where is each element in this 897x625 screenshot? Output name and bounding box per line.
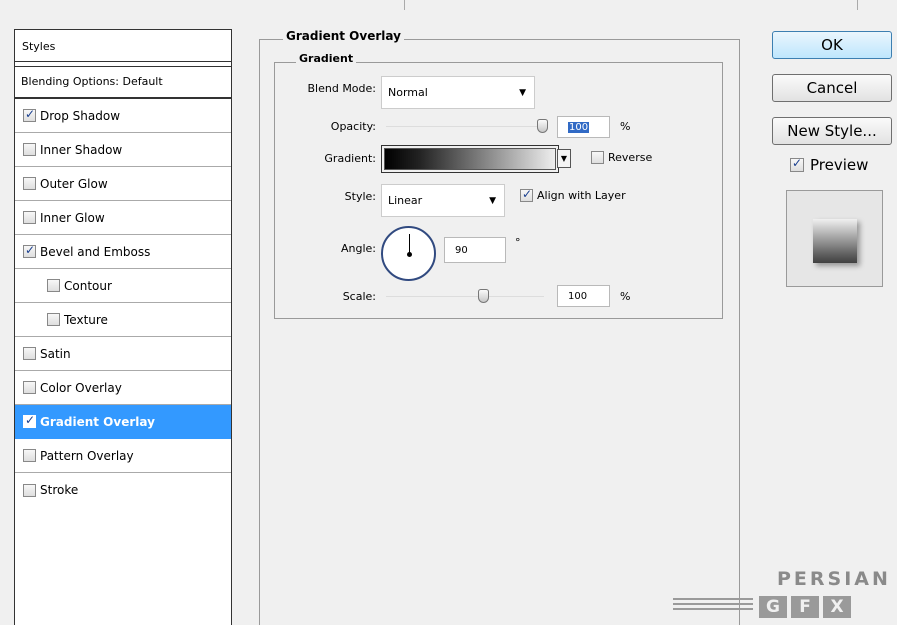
style-item-pattern-overlay[interactable]: Pattern Overlay [15, 439, 231, 473]
watermark-letter: F [791, 596, 819, 618]
style-item-gradient-overlay[interactable]: Gradient Overlay [15, 405, 231, 439]
opacity-label: Opacity: [330, 120, 376, 133]
style-item-label: Bevel and Emboss [40, 244, 151, 259]
style-item-label: Contour [64, 278, 112, 293]
style-item-satin[interactable]: Satin [15, 337, 231, 371]
style-item-label: Inner Glow [40, 210, 105, 225]
style-item-label: Gradient Overlay [40, 414, 155, 429]
angle-unit: ° [515, 236, 521, 249]
align-with-layer-checkbox[interactable] [520, 187, 533, 202]
angle-input[interactable]: 90 [444, 237, 506, 263]
style-label: Style: [344, 190, 376, 203]
styles-list-panel: Styles Blending Options: Default Drop Sh… [14, 29, 232, 625]
style-item-label: Outer Glow [40, 176, 108, 191]
align-with-layer-label: Align with Layer [537, 189, 626, 202]
scale-input[interactable]: 100 [557, 285, 610, 307]
align-with-layer-row[interactable]: Align with Layer [520, 187, 626, 202]
watermark-text: PERSIAN [777, 568, 891, 590]
reverse-checkbox[interactable] [591, 151, 604, 164]
scale-slider-track[interactable] [386, 296, 544, 297]
angle-hub [407, 252, 412, 257]
style-item-label: Satin [40, 346, 71, 361]
angle-label: Angle: [340, 242, 376, 255]
style-item-label: Texture [64, 312, 108, 327]
inner-glow-checkbox[interactable] [23, 211, 36, 224]
cancel-button[interactable]: Cancel [772, 74, 892, 102]
style-select[interactable]: Linear ▼ [381, 184, 505, 217]
gradient-section-title: Gradient [296, 52, 357, 65]
style-item-outer-glow[interactable]: Outer Glow [15, 167, 231, 201]
watermark-lines [673, 598, 753, 614]
chevron-down-icon: ▼ [560, 154, 568, 163]
styles-header[interactable]: Styles [15, 30, 231, 62]
angle-value: 90 [455, 244, 468, 256]
style-value: Linear [388, 194, 423, 207]
ok-button[interactable]: OK [772, 31, 892, 59]
style-item-label: Pattern Overlay [40, 448, 134, 463]
opacity-slider-track[interactable] [386, 126, 544, 127]
preview-label: Preview [810, 156, 869, 174]
chevron-down-icon: ▼ [519, 87, 526, 98]
style-item-contour[interactable]: Contour [15, 269, 231, 303]
style-preview-thumbnail [786, 190, 883, 287]
gradient-preview-swatch[interactable] [381, 145, 559, 173]
scale-slider-knob[interactable] [478, 289, 489, 303]
style-item-label: Stroke [40, 483, 79, 497]
gradient-fill [384, 148, 556, 170]
watermark-letter: G [759, 596, 787, 618]
inner-shadow-checkbox[interactable] [23, 143, 36, 156]
texture-checkbox[interactable] [47, 313, 60, 326]
style-item-bevel-emboss[interactable]: Bevel and Emboss [15, 235, 231, 269]
bevel-emboss-checkbox[interactable] [23, 243, 36, 258]
gradient-overlay-title: Gradient Overlay [283, 29, 404, 43]
stroke-checkbox[interactable] [23, 483, 36, 497]
contour-checkbox[interactable] [47, 279, 60, 292]
angle-needle [409, 234, 410, 254]
chevron-down-icon: ▼ [489, 195, 496, 206]
blend-mode-select[interactable]: Normal ▼ [381, 76, 535, 109]
satin-checkbox[interactable] [23, 347, 36, 360]
blend-mode-value: Normal [388, 86, 428, 99]
preview-checkbox-row[interactable]: Preview [790, 156, 868, 174]
opacity-slider-knob[interactable] [537, 119, 548, 133]
gradient-dropdown-button[interactable]: ▼ [557, 149, 571, 168]
opacity-unit: % [620, 120, 631, 133]
opacity-value: 100 [568, 121, 590, 133]
blending-options-item[interactable]: Blending Options: Default [15, 65, 231, 99]
scale-value: 100 [568, 290, 588, 302]
style-item-color-overlay[interactable]: Color Overlay [15, 371, 231, 405]
style-item-inner-glow[interactable]: Inner Glow [15, 201, 231, 235]
scale-label: Scale: [342, 290, 376, 303]
new-style-button[interactable]: New Style... [772, 117, 892, 145]
outer-glow-checkbox[interactable] [23, 177, 36, 190]
preview-checkbox[interactable] [790, 156, 804, 172]
watermark-logo: G F X [759, 596, 851, 618]
style-item-drop-shadow[interactable]: Drop Shadow [15, 99, 231, 133]
style-item-label: Drop Shadow [40, 108, 121, 123]
top-divider-tick [404, 0, 405, 10]
watermark-letter: X [823, 596, 851, 618]
style-item-texture[interactable]: Texture [15, 303, 231, 337]
style-item-inner-shadow[interactable]: Inner Shadow [15, 133, 231, 167]
reverse-checkbox-row[interactable]: Reverse [591, 151, 652, 164]
angle-dial[interactable] [381, 226, 436, 281]
color-overlay-checkbox[interactable] [23, 381, 36, 394]
style-item-label: Color Overlay [40, 380, 122, 395]
gradient-label: Gradient: [324, 152, 376, 165]
style-item-stroke[interactable]: Stroke [15, 473, 231, 507]
gradient-overlay-checkbox[interactable] [23, 413, 36, 428]
pattern-overlay-checkbox[interactable] [23, 449, 36, 462]
drop-shadow-checkbox[interactable] [23, 107, 36, 122]
blend-mode-label: Blend Mode: [307, 82, 377, 95]
reverse-label: Reverse [608, 151, 653, 164]
opacity-input[interactable]: 100 [557, 116, 610, 138]
style-item-label: Inner Shadow [40, 142, 123, 157]
preview-swatch [813, 219, 857, 263]
top-divider-tick [857, 0, 858, 10]
scale-unit: % [620, 290, 631, 303]
